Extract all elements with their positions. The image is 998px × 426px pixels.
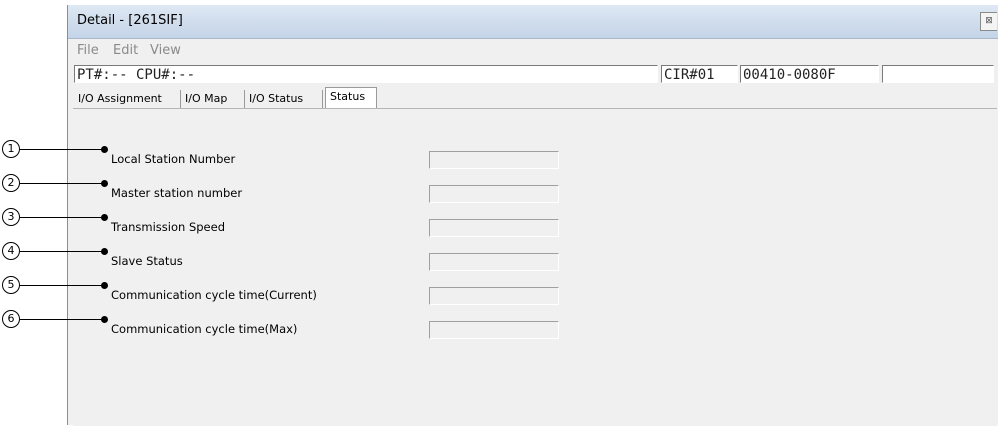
callout-4: 4 xyxy=(2,242,20,260)
cycle-time-max-field xyxy=(429,321,559,339)
tab-status[interactable]: Status xyxy=(325,87,377,109)
slave-status-field xyxy=(429,253,559,271)
callout-line-6 xyxy=(20,319,104,320)
menu-view[interactable]: View xyxy=(150,43,181,58)
close-icon[interactable]: ⊠ xyxy=(980,12,997,31)
local-station-number-label: Local Station Number xyxy=(111,152,236,166)
callout-dot-4 xyxy=(101,248,108,255)
callout-1: 1 xyxy=(2,140,20,158)
status-pane-extra xyxy=(882,65,994,83)
status-pane-circuit: CIR#01 xyxy=(661,65,738,83)
cycle-time-current-field xyxy=(429,287,559,305)
master-station-number-field xyxy=(429,185,559,203)
menu-file[interactable]: File xyxy=(77,43,99,58)
tab-io-status[interactable]: I/O Status xyxy=(245,90,323,108)
menu-bar: File Edit View xyxy=(68,39,998,63)
status-bar: PT#:-- CPU#:-- CIR#01 00410-0080F xyxy=(68,65,998,85)
callout-dot-5 xyxy=(101,282,108,289)
callout-line-3 xyxy=(20,217,104,218)
local-station-number-field xyxy=(429,151,559,169)
callout-line-2 xyxy=(20,183,104,184)
callout-5: 5 xyxy=(2,276,20,294)
slave-status-label: Slave Status xyxy=(111,254,183,268)
callout-line-4 xyxy=(20,251,104,252)
status-pane-pt-cpu: PT#:-- CPU#:-- xyxy=(74,65,658,83)
callout-dot-1 xyxy=(101,146,108,153)
callout-line-5 xyxy=(20,285,104,286)
tab-io-map[interactable]: I/O Map xyxy=(181,90,245,108)
status-tab-panel: Local Station Number Master station numb… xyxy=(73,108,997,426)
menu-edit[interactable]: Edit xyxy=(113,43,138,58)
callout-3: 3 xyxy=(2,208,20,226)
callout-dot-3 xyxy=(101,214,108,221)
tab-io-assignment[interactable]: I/O Assignment xyxy=(74,90,181,108)
transmission-speed-field xyxy=(429,219,559,237)
master-station-number-label: Master station number xyxy=(111,186,243,200)
callout-2: 2 xyxy=(2,174,20,192)
callout-dot-2 xyxy=(101,180,108,187)
callout-dot-6 xyxy=(101,316,108,323)
transmission-speed-label: Transmission Speed xyxy=(111,220,225,234)
callout-line-1 xyxy=(20,149,104,150)
title-bar[interactable]: Detail - [261SIF] ⊠ xyxy=(68,5,998,39)
cycle-time-current-label: Communication cycle time(Current) xyxy=(111,288,317,302)
status-pane-address: 00410-0080F xyxy=(740,65,879,83)
callout-6: 6 xyxy=(2,310,20,328)
detail-window: Detail - [261SIF] ⊠ File Edit View PT#:-… xyxy=(67,5,998,426)
cycle-time-max-label: Communication cycle time(Max) xyxy=(111,322,298,336)
window-title: Detail - [261SIF] xyxy=(77,13,183,28)
